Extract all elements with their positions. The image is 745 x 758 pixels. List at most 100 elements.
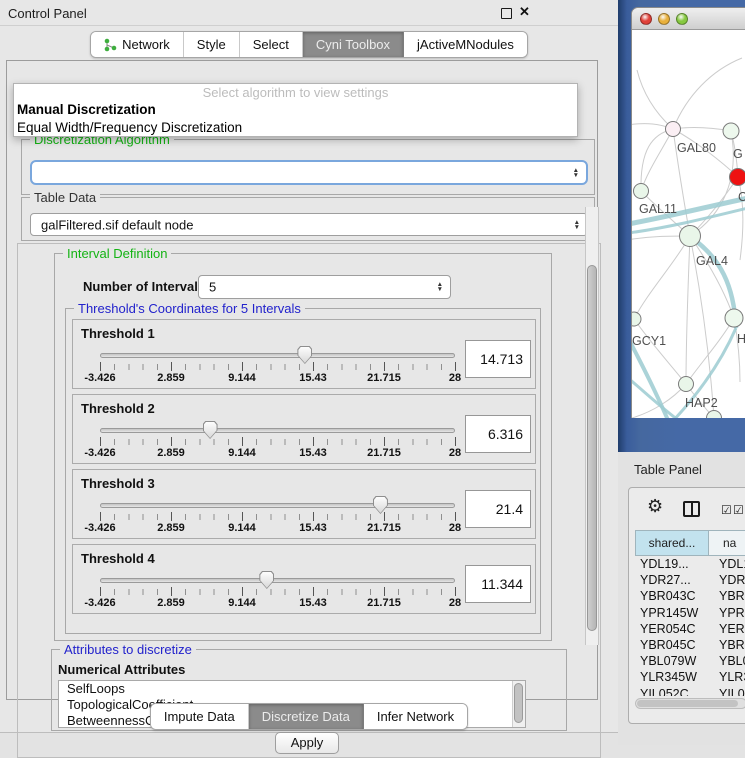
- checkbox-icon[interactable]: ☑: [733, 503, 744, 517]
- table-data-combobox[interactable]: galFiltered.sif default node ▲▼: [30, 213, 588, 236]
- network-node[interactable]: [679, 377, 694, 392]
- network-edge[interactable]: [641, 129, 673, 191]
- algorithm-hint-option[interactable]: Select algorithm to view settings: [14, 84, 577, 101]
- network-edge[interactable]: [673, 58, 742, 129]
- slider-minor-ticks: [100, 589, 455, 595]
- control-panel-titlebar: Control Panel ✕: [0, 0, 618, 26]
- network-node[interactable]: [730, 169, 745, 186]
- tab-cyni-toolbox[interactable]: Cyni Toolbox: [303, 32, 404, 57]
- major-tick: [313, 437, 314, 446]
- node-label: GAL80: [677, 141, 716, 155]
- apply-button[interactable]: Apply: [275, 732, 339, 754]
- vertical-scrollbar[interactable]: [585, 207, 599, 645]
- network-edge[interactable]: [637, 70, 673, 129]
- threshold-panel: Threshold 3-3.4262.8599.14415.4321.71528…: [72, 469, 536, 539]
- slider-track[interactable]: [100, 578, 455, 583]
- attribute-item[interactable]: SelfLoops: [59, 681, 525, 697]
- slider-track[interactable]: [100, 353, 455, 358]
- tab-label: Style: [197, 37, 226, 52]
- node-label: C: [738, 190, 745, 204]
- control-panel-window: Control Panel ✕ Network Style Select Cyni T…: [0, 0, 618, 733]
- tab-network[interactable]: Network: [91, 32, 184, 57]
- table-row[interactable]: YER054CYER0: [635, 621, 745, 637]
- network-node[interactable]: [680, 226, 701, 247]
- table-row[interactable]: YDR27...YDR2: [635, 572, 745, 588]
- tick-label: 2.859: [157, 372, 185, 384]
- interval-definition-group: Interval Definition Number of Intervals …: [54, 253, 552, 641]
- major-tick: [384, 437, 385, 446]
- cell-shared-name: YPR145W: [635, 605, 709, 621]
- tab-discretize-data[interactable]: Discretize Data: [249, 704, 364, 729]
- table-row[interactable]: YBL079WYBL0: [635, 653, 745, 669]
- algorithm-dropdown-popup: Select algorithm to view settings Manual…: [13, 83, 578, 137]
- close-icon[interactable]: ✕: [519, 4, 530, 20]
- tick-label: -3.426: [84, 447, 115, 459]
- number-of-intervals-combobox[interactable]: 5 ▲▼: [198, 275, 451, 299]
- gear-icon[interactable]: ⚙: [647, 496, 663, 517]
- network-edge[interactable]: [673, 128, 731, 131]
- major-tick: [242, 437, 243, 446]
- algorithm-combobox[interactable]: ▲▼: [30, 160, 588, 185]
- network-edge[interactable]: [686, 236, 690, 384]
- close-traffic-light[interactable]: [640, 13, 652, 25]
- horizontal-scrollbar[interactable]: [635, 698, 745, 709]
- column-header-shared[interactable]: shared...: [635, 530, 709, 556]
- slider-track[interactable]: [100, 503, 455, 508]
- threshold-value-field[interactable]: 14.713: [465, 340, 531, 378]
- tab-style[interactable]: Style: [184, 32, 240, 57]
- network-edge[interactable]: [634, 236, 690, 319]
- network-node[interactable]: [634, 184, 649, 199]
- algorithm-option[interactable]: Equal Width/Frequency Discretization: [14, 119, 577, 137]
- table-row[interactable]: YBR043CYBR0: [635, 588, 745, 604]
- tick-label: 28: [449, 372, 461, 384]
- scrollbar-thumb[interactable]: [637, 700, 738, 707]
- tab-label: Network: [122, 37, 170, 52]
- checkbox-icon[interactable]: ☑: [721, 503, 732, 517]
- cyni-toolbox-panel: Discretization Algorithm ▲▼ Table Data g…: [6, 60, 598, 700]
- column-header-name[interactable]: na: [709, 530, 745, 556]
- threshold-value-field[interactable]: 6.316: [465, 415, 531, 453]
- table-row[interactable]: YPR145WYPR1: [635, 605, 745, 621]
- table-data-value: galFiltered.sif default node: [41, 217, 193, 232]
- algorithm-option[interactable]: Manual Discretization: [14, 101, 577, 119]
- slider-thumb[interactable]: [259, 571, 274, 589]
- threshold-label: Threshold 1: [81, 326, 155, 341]
- network-node[interactable]: [666, 122, 681, 137]
- network-node[interactable]: [723, 123, 739, 139]
- minimize-traffic-light[interactable]: [658, 13, 670, 25]
- panel-title: Control Panel: [8, 6, 87, 21]
- threshold-value-field[interactable]: 21.4: [465, 490, 531, 528]
- table-row[interactable]: YBR045CYBR0: [635, 637, 745, 653]
- tick-label: 2.859: [157, 522, 185, 534]
- cell-shared-name: YER054C: [635, 621, 709, 637]
- screen: Control Panel ✕ Network Style Select Cyni T…: [0, 0, 745, 745]
- network-edge[interactable]: [634, 319, 686, 384]
- column-layout-icon[interactable]: [683, 501, 700, 517]
- tab-select[interactable]: Select: [240, 32, 303, 57]
- tab-impute-data[interactable]: Impute Data: [151, 704, 249, 729]
- scrollbar-thumb[interactable]: [587, 265, 597, 631]
- zoom-traffic-light[interactable]: [676, 13, 688, 25]
- tick-label: 28: [449, 447, 461, 459]
- slider-thumb[interactable]: [373, 496, 388, 514]
- slider-thumb[interactable]: [297, 346, 312, 364]
- slider-track[interactable]: [100, 428, 455, 433]
- node-label: GCY1: [632, 334, 666, 348]
- table-row[interactable]: YLR345WYLR3: [635, 669, 745, 685]
- tab-jactivemnodules[interactable]: jActiveMNodules: [404, 32, 527, 57]
- tab-infer-network[interactable]: Infer Network: [364, 704, 467, 729]
- network-canvas[interactable]: GAL80GGAL11CGAL4GCY1HHAP2: [632, 30, 745, 418]
- slider-minor-ticks: [100, 514, 455, 520]
- network-node[interactable]: [725, 309, 743, 327]
- tab-label: Select: [253, 37, 289, 52]
- cell-shared-name: YLR345W: [635, 669, 709, 685]
- table-row[interactable]: YIL052CYIL0: [635, 686, 745, 697]
- table-row[interactable]: YDL19...YDL1: [635, 556, 745, 572]
- network-edge-thick[interactable]: [632, 338, 680, 418]
- node-label: HAP2: [685, 396, 718, 410]
- float-window-icon[interactable]: [501, 8, 512, 19]
- slider-thumb[interactable]: [203, 421, 218, 439]
- node-label: GAL4: [696, 254, 728, 268]
- network-node[interactable]: [632, 312, 641, 326]
- threshold-value-field[interactable]: 11.344: [465, 565, 531, 603]
